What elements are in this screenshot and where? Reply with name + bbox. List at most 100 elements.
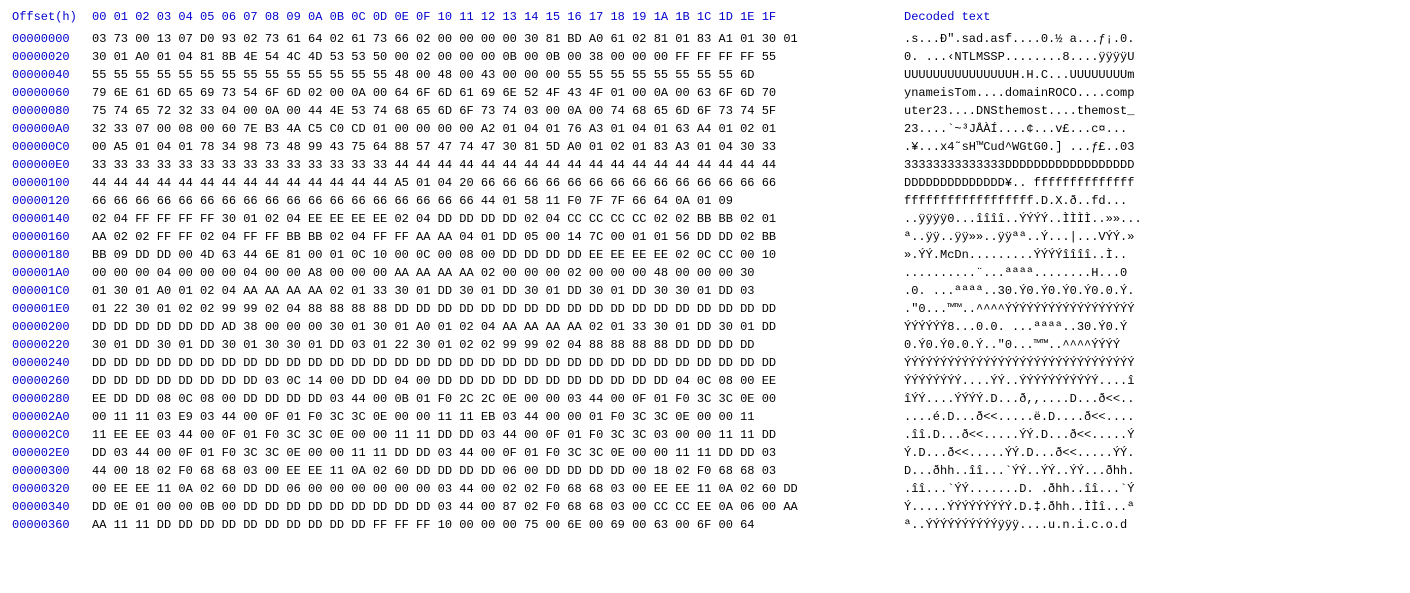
hex-row: 000001C001 30 01 A0 01 02 04 AA AA AA AA… xyxy=(12,282,1398,300)
decoded-text-cell: ÝÝÝÝÝÝÝÝ....ÝÝ..ÝÝÝÝÝÝÝÝÝÝÝ....î xyxy=(892,372,1134,390)
hex-row: 00000340DD 0E 01 00 00 0B 00 DD DD DD DD… xyxy=(12,498,1398,516)
decoded-text-cell: ÝÝÝÝÝÝ­8...0.0. ...ªªªª..30.Ý0.Ý xyxy=(892,318,1127,336)
offset-cell: 00000120 xyxy=(12,192,92,210)
offset-cell: 000001A0 xyxy=(12,264,92,282)
offset-cell: 00000220 xyxy=(12,336,92,354)
offset-cell: 000000C0 xyxy=(12,138,92,156)
hex-row: 000002E0DD 03 44 00 0F 01 F0 3C 3C 0E 00… xyxy=(12,444,1398,462)
hex-bytes-cell: DD DD DD DD DD DD DD DD 03 0C 14 00 DD D… xyxy=(92,372,892,390)
hex-bytes-cell: 44 00 18 02 F0 68 68 03 00 EE EE 11 0A 0… xyxy=(92,462,892,480)
offset-cell: 00000160 xyxy=(12,228,92,246)
hex-bytes-cell: AA 11 11 DD DD DD DD DD DD DD DD DD DD F… xyxy=(92,516,892,534)
hex-row: 000000C000 A5 01 04 01 78 34 98 73 48 99… xyxy=(12,138,1398,156)
hex-row: 000001A000 00 00 04 00 00 00 04 00 00 A8… xyxy=(12,264,1398,282)
decoded-text-cell: Ý.D...ð<<.....ÝÝ.D...ð<<.....ÝÝ. xyxy=(892,444,1134,462)
offset-cell: 00000260 xyxy=(12,372,92,390)
offset-cell: 000002E0 xyxy=(12,444,92,462)
hex-bytes-cell: 11 EE EE 03 44 00 0F 01 F0 3C 3C 0E 00 0… xyxy=(92,426,892,444)
decoded-text-cell: ."0...™™..^^^^ÝÝÝÝÝÝÝÝÝÝÝÝÝÝÝÝÝÝ xyxy=(892,300,1134,318)
decoded-text-cell: ÝÝÝÝÝÝÝÝÝÝÝÝÝÝÝÝÝÝÝÝÝÝÝÝÝÝÝÝÝÝÝÝ xyxy=(892,354,1134,372)
hex-bytes-cell: 30 01 A0 01 04 81 8B 4E 54 4C 4D 53 53 5… xyxy=(92,48,892,66)
decoded-text-cell: 0. ...‹NTLMSSP........8....ÿÿÿÿU xyxy=(892,48,1134,66)
hex-row: 00000280EE DD DD 08 0C 08 00 DD DD DD DD… xyxy=(12,390,1398,408)
hex-bytes-cell: 79 6E 61 6D 65 69 73 54 6F 6D 02 00 0A 0… xyxy=(92,84,892,102)
offset-cell: 000001C0 xyxy=(12,282,92,300)
hex-bytes-cell: 44 44 44 44 44 44 44 44 44 44 44 44 44 4… xyxy=(92,174,892,192)
hex-row: 000002A000 11 11 03 E9 03 44 00 0F 01 F0… xyxy=(12,408,1398,426)
decoded-text-cell: D...ðhh..îî...`ÝÝ..ÝÝ..ÝÝ...ðhh. xyxy=(892,462,1134,480)
offset-cell: 00000020 xyxy=(12,48,92,66)
hex-row: 000000E033 33 33 33 33 33 33 33 33 33 33… xyxy=(12,156,1398,174)
decoded-text-cell: ».ÝÝ.McDn.........ÝÝÝÝîîîî..Ì.. xyxy=(892,246,1127,264)
hex-bytes-cell: DD 03 44 00 0F 01 F0 3C 3C 0E 00 00 11 1… xyxy=(92,444,892,462)
hex-bytes-cell: 33 33 33 33 33 33 33 33 33 33 33 33 33 3… xyxy=(92,156,892,174)
hex-bytes-cell: 03 73 00 13 07 D0 93 02 73 61 64 02 61 7… xyxy=(92,30,892,48)
hex-bytes-cell: 01 30 01 A0 01 02 04 AA AA AA AA 02 01 3… xyxy=(92,282,892,300)
header-hex-columns: 00 01 02 03 04 05 06 07 08 09 0A 0B 0C 0… xyxy=(92,8,892,26)
decoded-text-cell: .¥...x4˜sH™Cud^WGtG0.] ...ƒ£..03 xyxy=(892,138,1134,156)
hex-bytes-cell: 00 00 00 04 00 00 00 04 00 00 A8 00 00 0… xyxy=(92,264,892,282)
decoded-text-cell: ffffffffffffffffff.D.X.ð..fd... xyxy=(892,192,1127,210)
decoded-text-cell: .îî...`ÝÝ.......D. .ðhh..îî...`Ý xyxy=(892,480,1134,498)
hex-row: 00000240DD DD DD DD DD DD DD DD DD DD DD… xyxy=(12,354,1398,372)
hex-bytes-cell: EE DD DD 08 0C 08 00 DD DD DD DD 03 44 0… xyxy=(92,390,892,408)
offset-cell: 00000040 xyxy=(12,66,92,84)
decoded-text-cell: UUUUUUUUUUUUUUUH.H.C...UUUUUUUUm xyxy=(892,66,1134,84)
offset-cell: 00000000 xyxy=(12,30,92,48)
hex-row: 0000002030 01 A0 01 04 81 8B 4E 54 4C 4D… xyxy=(12,48,1398,66)
offset-cell: 00000340 xyxy=(12,498,92,516)
decoded-text-cell: ynameisTom....domainROCO....comp xyxy=(892,84,1134,102)
hex-row: 0000022030 01 DD 30 01 DD 30 01 30 30 01… xyxy=(12,336,1398,354)
hex-row: 0000006079 6E 61 6D 65 69 73 54 6F 6D 02… xyxy=(12,84,1398,102)
decoded-text-cell: Ý.....ÝÝÝÝÝÝÝÝÝ.D.‡.ðhh..ÌÌî...ª xyxy=(892,498,1134,516)
hex-bytes-cell: 75 74 65 72 32 33 04 00 0A 00 44 4E 53 7… xyxy=(92,102,892,120)
decoded-text-cell: ..........¨...ªªªª........H...0 xyxy=(892,264,1127,282)
hex-bytes-cell: 32 33 07 00 08 00 60 7E B3 4A C5 C0 CD 0… xyxy=(92,120,892,138)
hex-bytes-cell: 30 01 DD 30 01 DD 30 01 30 30 01 DD 03 0… xyxy=(92,336,892,354)
decoded-text-cell: 0.Ý0.Ý0.0.Ý.."0...™™..^^^^ÝÝÝÝ xyxy=(892,336,1120,354)
offset-cell: 00000300 xyxy=(12,462,92,480)
offset-cell: 00000240 xyxy=(12,354,92,372)
hex-row: 0000014002 04 FF FF FF FF 30 01 02 04 EE… xyxy=(12,210,1398,228)
decoded-text-cell: ..ÿÿÿÿ0...îîîî..ÝÝÝÝ..ÌÌÌÌ..»»... xyxy=(892,210,1142,228)
hex-row: 000001E001 22 30 01 02 02 99 99 02 04 88… xyxy=(12,300,1398,318)
offset-cell: 00000060 xyxy=(12,84,92,102)
hex-row: 0000012066 66 66 66 66 66 66 66 66 66 66… xyxy=(12,192,1398,210)
hex-bytes-cell: 00 A5 01 04 01 78 34 98 73 48 99 43 75 6… xyxy=(92,138,892,156)
offset-cell: 000000E0 xyxy=(12,156,92,174)
offset-cell: 00000100 xyxy=(12,174,92,192)
decoded-text-cell: ....é.D...ð<<.....ë.D....ð<<.... xyxy=(892,408,1134,426)
header-offset-label: Offset(h) xyxy=(12,8,92,26)
offset-cell: 00000080 xyxy=(12,102,92,120)
hex-bytes-cell: DD DD DD DD DD DD AD 38 00 00 00 30 01 3… xyxy=(92,318,892,336)
hex-row: 00000180BB 09 DD DD 00 4D 63 44 6E 81 00… xyxy=(12,246,1398,264)
offset-cell: 00000200 xyxy=(12,318,92,336)
decoded-text-cell: îÝÝ....ÝÝÝÝ.D...ð,,....D...ð<<.. xyxy=(892,390,1134,408)
hex-row: 0000032000 EE EE 11 0A 02 60 DD DD 06 00… xyxy=(12,480,1398,498)
offset-cell: 000002A0 xyxy=(12,408,92,426)
hex-bytes-cell: DD DD DD DD DD DD DD DD DD DD DD DD DD D… xyxy=(92,354,892,372)
decoded-text-cell: .îî.D...ð<<.....ÝÝ.D...ð<<.....Ý xyxy=(892,426,1134,444)
offset-cell: 000001E0 xyxy=(12,300,92,318)
decoded-text-cell: 33333333333333DDDDDDDDDDDDDDDDDD xyxy=(892,156,1134,174)
offset-cell: 00000140 xyxy=(12,210,92,228)
hex-row: 00000260DD DD DD DD DD DD DD DD 03 0C 14… xyxy=(12,372,1398,390)
hex-bytes-cell: AA 02 02 FF FF 02 04 FF FF BB BB 02 04 F… xyxy=(92,228,892,246)
offset-cell: 00000180 xyxy=(12,246,92,264)
hex-bytes-cell: DD 0E 01 00 00 0B 00 DD DD DD DD DD DD D… xyxy=(92,498,892,516)
hex-row: 00000200DD DD DD DD DD DD AD 38 00 00 00… xyxy=(12,318,1398,336)
hex-header: Offset(h) 00 01 02 03 04 05 06 07 08 09 … xyxy=(12,8,1398,26)
hex-row: 00000360AA 11 11 DD DD DD DD DD DD DD DD… xyxy=(12,516,1398,534)
decoded-text-cell: .s...Ð".sad.asf....0.½ a...ƒ¡.0. xyxy=(892,30,1134,48)
decoded-text-cell: ª..ÿÿ..ÿÿ»»..ÿÿªª..Ý...|...VÝÝ.» xyxy=(892,228,1134,246)
hex-row: 0000010044 44 44 44 44 44 44 44 44 44 44… xyxy=(12,174,1398,192)
offset-cell: 000002C0 xyxy=(12,426,92,444)
offset-cell: 00000360 xyxy=(12,516,92,534)
header-decoded-label: Decoded text xyxy=(892,8,990,26)
offset-cell: 000000A0 xyxy=(12,120,92,138)
decoded-text-cell: .0. ...ªªªª..30.Ý0.Ý0.Ý0.Ý0.0.Ý. xyxy=(892,282,1134,300)
offset-cell: 00000280 xyxy=(12,390,92,408)
hex-row: 0000000003 73 00 13 07 D0 93 02 73 61 64… xyxy=(12,30,1398,48)
hex-bytes-cell: 02 04 FF FF FF FF 30 01 02 04 EE EE EE E… xyxy=(92,210,892,228)
decoded-text-cell: DDDDDDDDDDDDDD¥.. ffffffffffffff xyxy=(892,174,1134,192)
